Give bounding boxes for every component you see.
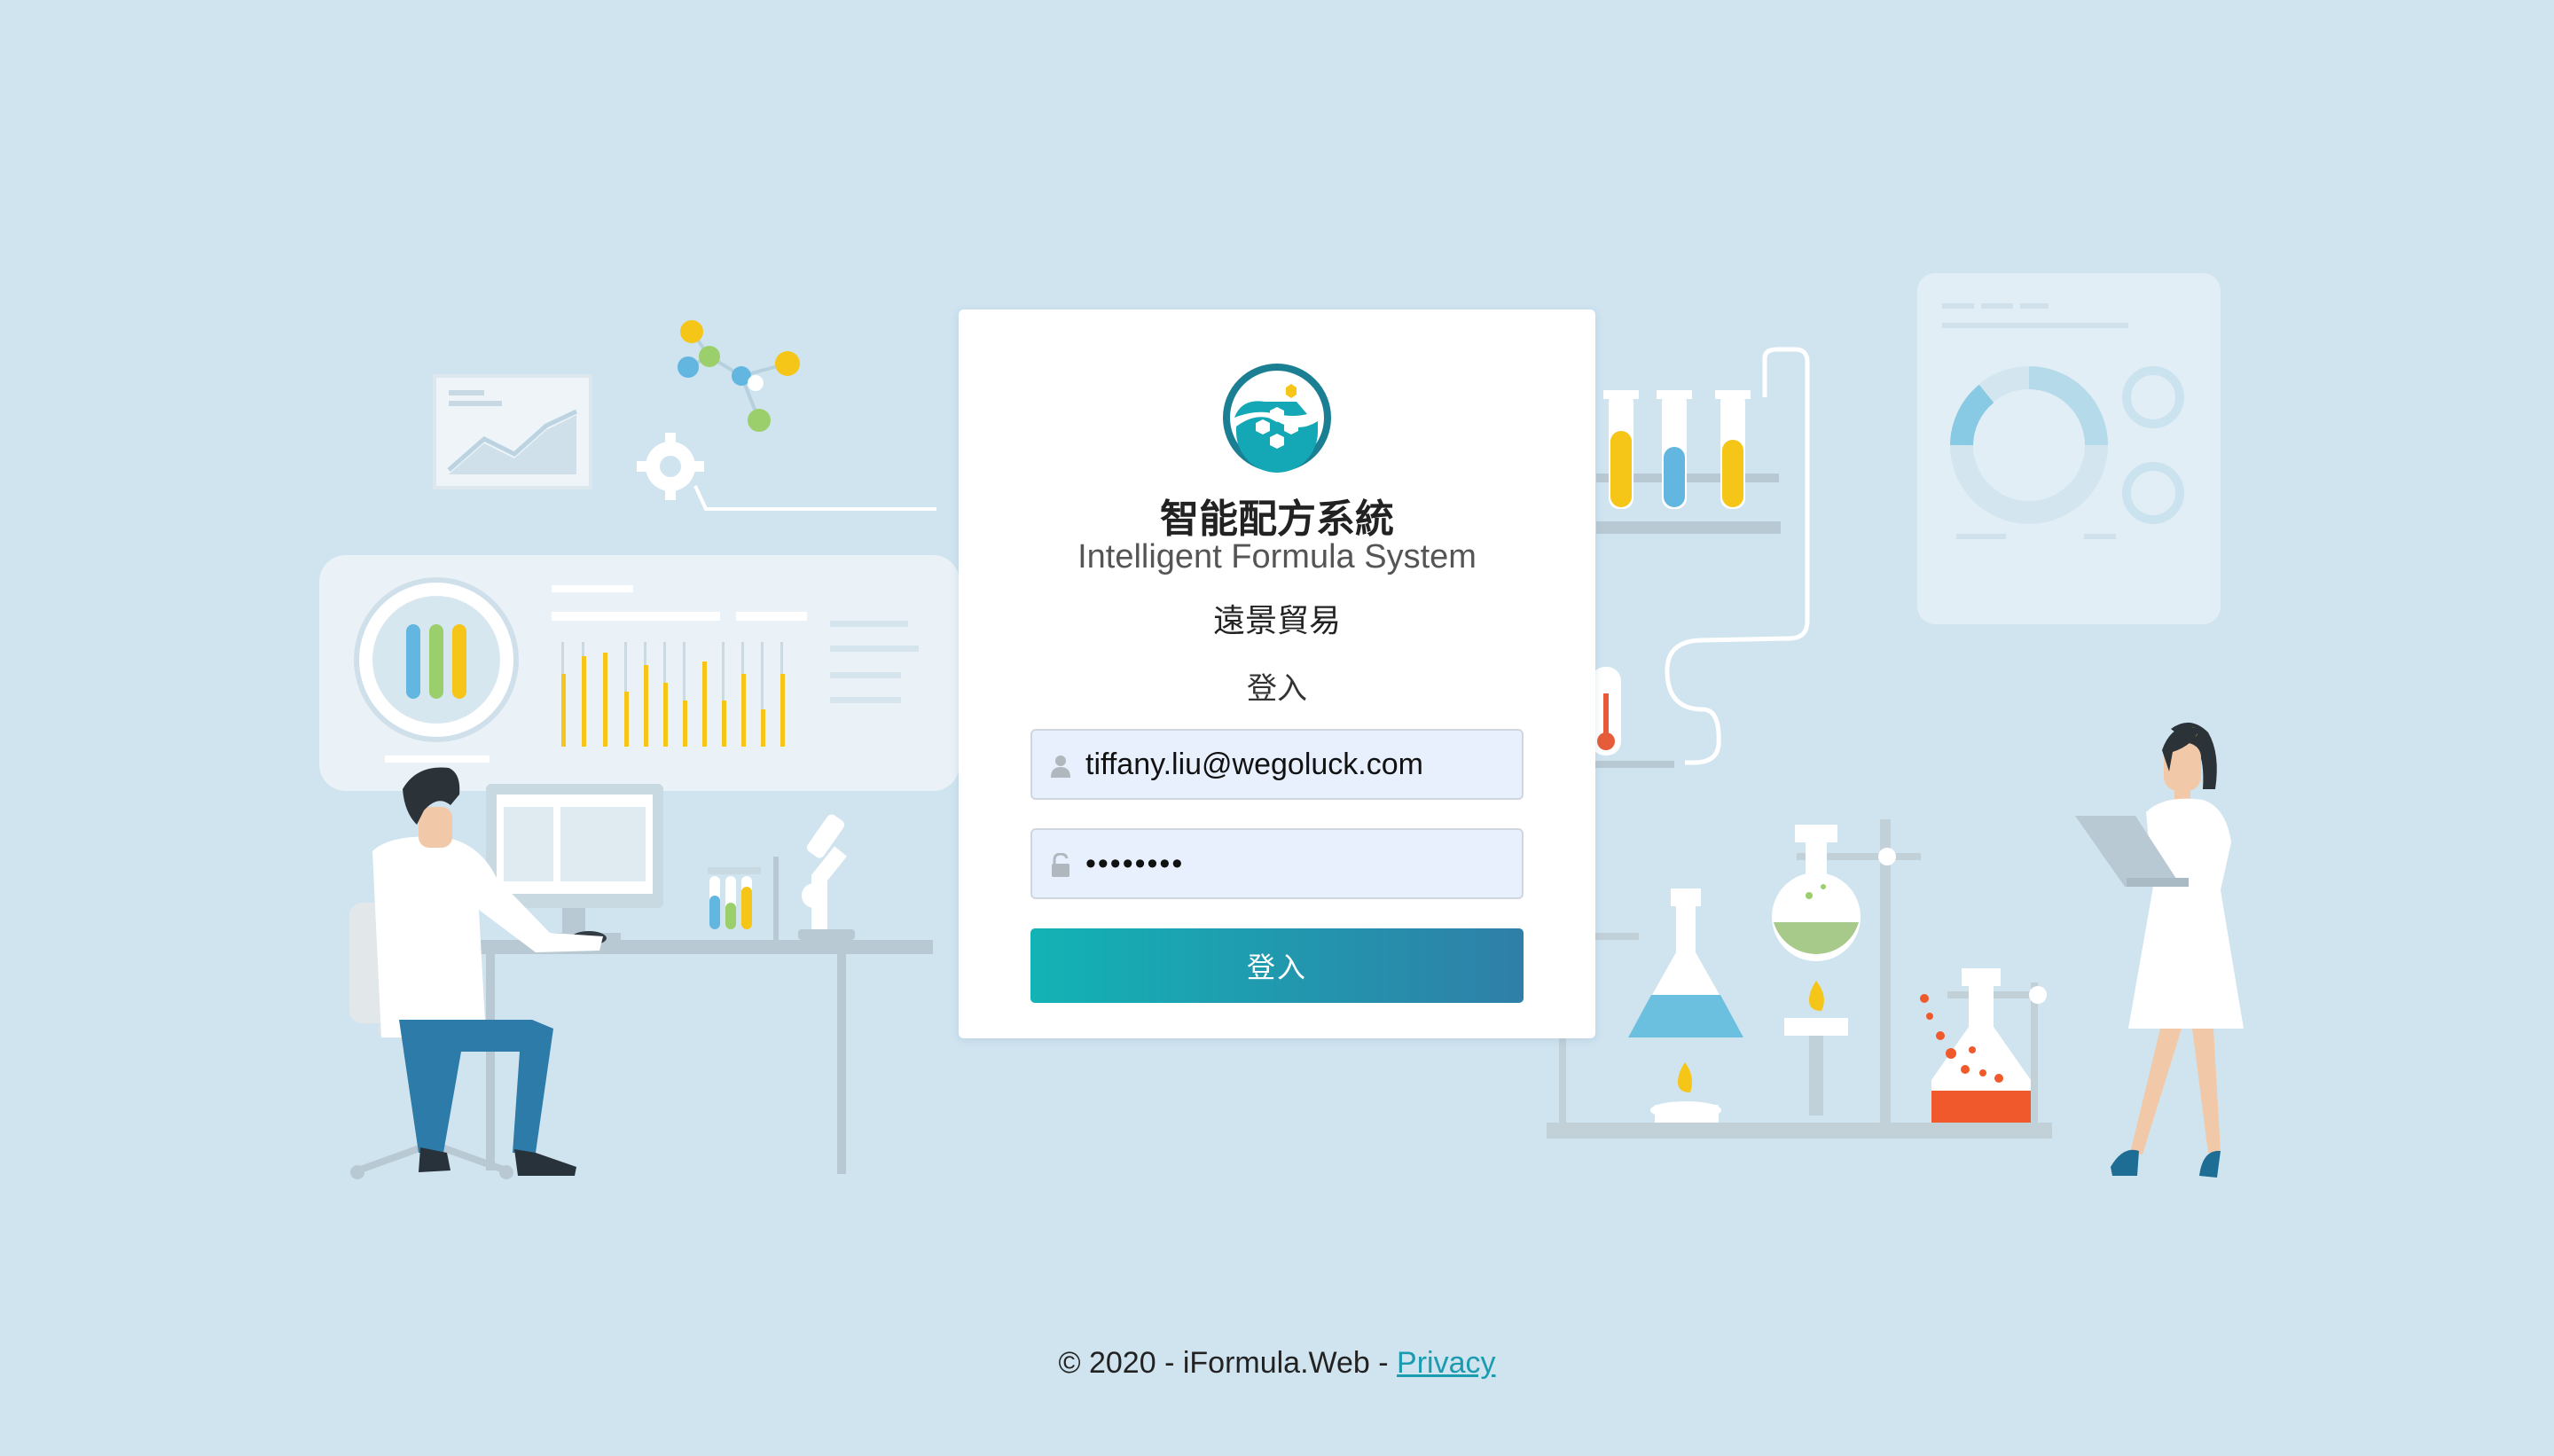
privacy-link[interactable]: Privacy [1397, 1346, 1495, 1380]
user-icon [1051, 755, 1070, 778]
company-name: 遠景貿易 [1212, 603, 1341, 639]
lock-icon [1052, 853, 1069, 877]
line-chart-card [433, 374, 592, 489]
password-input[interactable] [1085, 830, 1511, 897]
password-field[interactable] [1030, 828, 1524, 899]
login-card: 智能配方系統 Intelligent Formula System 遠景貿易 登… [959, 309, 1595, 1038]
molecule-icon [678, 320, 800, 432]
footer: © 2020 - iFormula.Web - Privacy [0, 1346, 2554, 1381]
copyright-text: © 2020 - iFormula.Web - [1058, 1346, 1398, 1380]
app-subtitle: Intelligent Formula System [1077, 538, 1477, 575]
flask-blue [1628, 888, 1743, 1123]
flask-green [1772, 825, 1861, 1115]
desk-test-tubes [708, 857, 779, 940]
login-heading: 登入 [1247, 671, 1307, 707]
microscope-icon [798, 814, 855, 940]
gear-icon [637, 433, 704, 500]
email-input[interactable] [1085, 731, 1511, 798]
analytics-panel [1917, 273, 2221, 624]
login-button[interactable]: 登入 [1030, 928, 1524, 1003]
email-field[interactable] [1030, 729, 1524, 800]
flask-hexagon-logo [1223, 364, 1331, 473]
test-tube-rack [1596, 347, 1810, 765]
desk [426, 784, 933, 1174]
standing-scientist [2075, 722, 2244, 1178]
app-title: 智能配方系統 [1160, 497, 1394, 542]
